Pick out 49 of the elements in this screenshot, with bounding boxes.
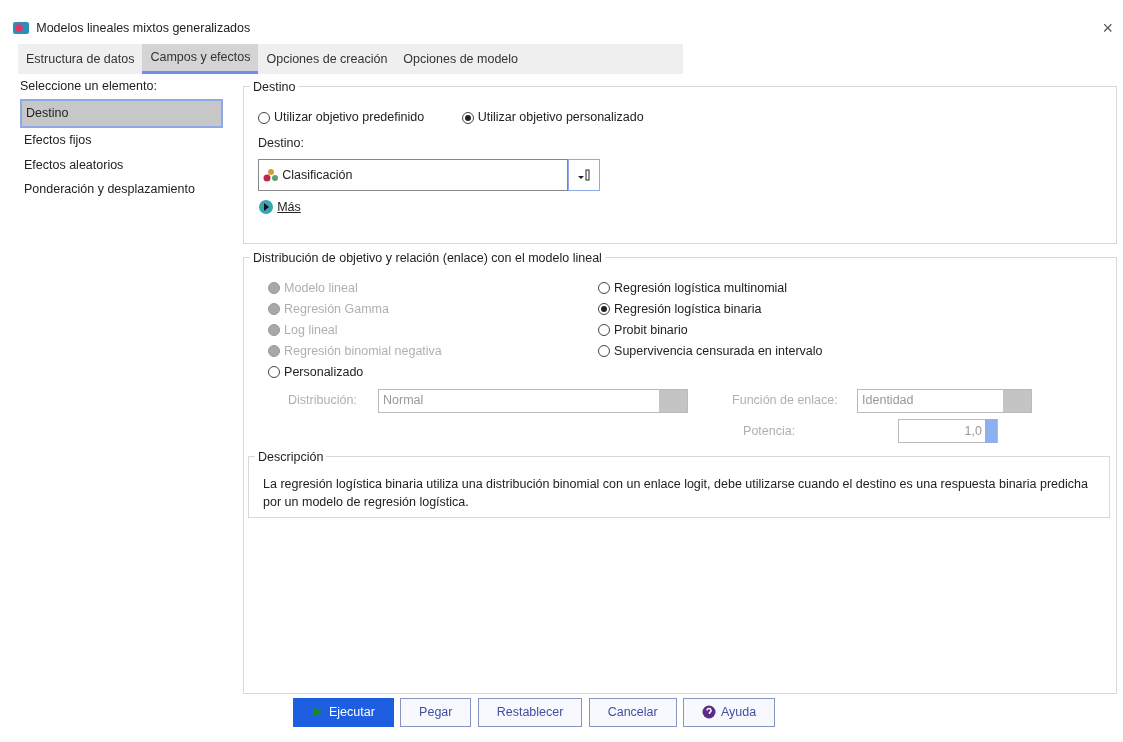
radio-label: Regresión binomial negativa [284,342,442,360]
radio-label: Regresión Gamma [284,300,389,318]
description-text: La regresión logística binaria utiliza una distribución binomial con un enlace logit, debe utilizarse cuando el destino es una respuesta binaria predicha por un modelo de regresión logística. [263,475,1089,511]
radio-label: Utilizar objetivo predefinido [274,109,425,127]
nominal-icon [263,168,280,183]
field-label: Distribución: [288,392,358,410]
radio-label: Supervivencia censurada en intervalo [614,342,823,360]
play-icon [312,706,324,719]
dialog-button[interactable]: Restablecer [477,698,583,727]
radio-label: Personalizado [284,363,364,381]
radio-label: Utilizar objetivo personalizado [477,109,644,127]
field-label: Función de enlace: [732,392,839,410]
radio-label: Probit binario [614,321,688,339]
dialog-button[interactable]: Cancelar [588,698,677,727]
radio-button[interactable] [461,111,474,124]
field-label: Destino: [258,135,305,153]
more-link[interactable]: Más [277,197,301,217]
radio-label: Regresión logística multinomial [614,279,788,297]
field-label: Potencia: [743,422,797,440]
radio-label: Modelo lineal [284,279,358,297]
tab[interactable]: Opciones de creación [258,44,396,74]
close-button[interactable]: × [1102,14,1113,42]
picker-icon [577,168,592,183]
expand-icon[interactable] [258,198,275,215]
field-picker-button[interactable] [568,159,601,192]
target-field[interactable]: Clasificación [258,159,569,192]
radio-button[interactable] [268,366,281,378]
sidebar-item[interactable]: Efectos fijos [20,127,224,153]
radio-button[interactable] [598,345,611,357]
sidebar-label: Seleccione un elemento: [20,78,158,96]
sidebar-item[interactable]: Efectos aleatorios [20,152,224,178]
radio-button[interactable] [258,111,271,124]
radio-label: Regresión logística binaria [614,300,762,318]
radio-label: Log lineal [284,321,338,339]
sidebar-item[interactable]: Destino [20,99,224,128]
tab[interactable]: Opciones de modelo [395,44,526,74]
radio-button[interactable] [598,282,611,294]
dialog-button[interactable]: Pegar [400,698,472,727]
dialog-button[interactable]: Ayuda [682,698,776,727]
help-icon [701,705,716,720]
dialog-button[interactable]: Ejecutar [293,698,394,727]
radio-button[interactable] [598,303,611,315]
radio-button[interactable] [598,324,611,336]
field-value: Clasificación [282,166,353,184]
window-title: Modelos lineales mixtos generalizados [36,19,251,37]
tab[interactable]: Campos y efectos [142,44,259,74]
sidebar-item[interactable]: Ponderación y desplazamiento [20,177,224,202]
tab[interactable]: Estructura de datos [18,44,143,74]
app-icon [12,20,30,36]
